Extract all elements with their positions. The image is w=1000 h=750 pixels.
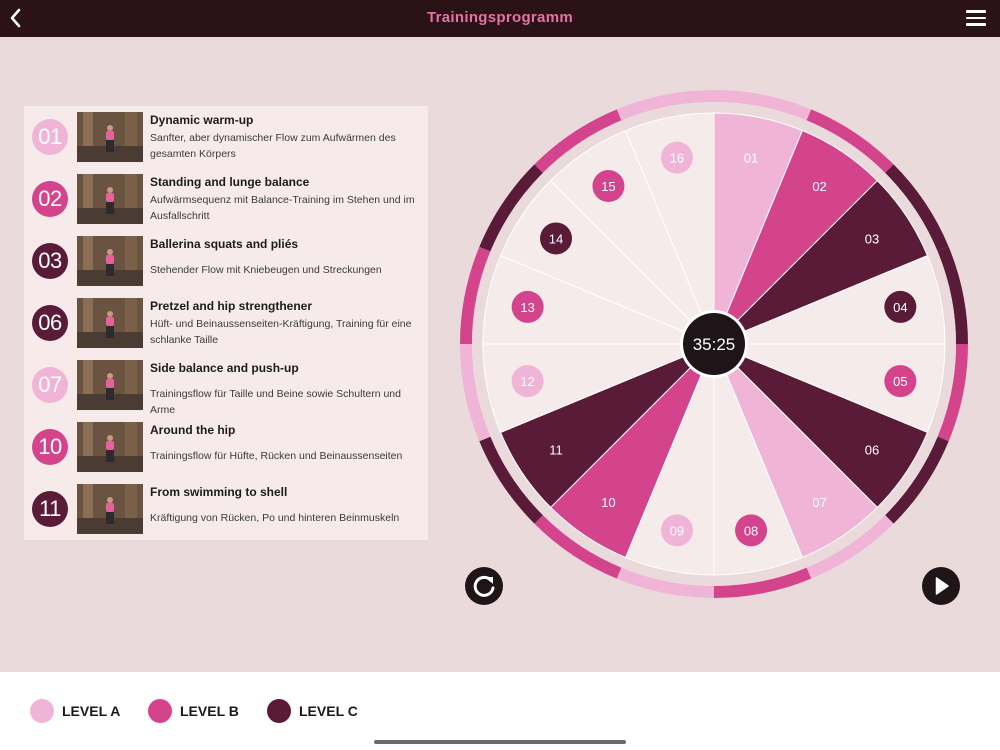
legend-label: LEVEL A — [62, 703, 121, 719]
program-wheel: 01 02 03 04 05 06 07 08 09 10 11 12 13 14 15 16 35:25 — [460, 90, 968, 598]
level-b-swatch — [148, 699, 172, 723]
wheel-number-label: 08 — [744, 523, 758, 538]
exercise-title: From swimming to shell — [150, 485, 288, 499]
list-item[interactable]: 06 Pretzel and hip strengthener Hüft- un… — [24, 292, 428, 354]
exercise-description: Kräftigung von Rücken, Po und hinteren B… — [150, 512, 400, 524]
page-title: Trainingsprogramm — [427, 9, 573, 26]
exercise-description: Hüft- und Beinaussenseiten-Kräftigung, T… — [150, 318, 412, 346]
exercise-number-badge: 07 — [32, 367, 68, 403]
play-button[interactable] — [922, 567, 960, 605]
legend-label: LEVEL B — [180, 703, 239, 719]
home-indicator — [374, 740, 626, 744]
hamburger-menu-icon-bar — [966, 23, 986, 26]
exercise-thumbnail — [77, 484, 143, 534]
wheel-number-label: 05 — [893, 374, 907, 389]
exercise-number-badge: 10 — [32, 429, 68, 465]
wheel-number-label: 02 — [812, 179, 826, 194]
legend-label: LEVEL C — [299, 703, 358, 719]
exercise-thumbnail — [77, 174, 143, 224]
wheel-number-label: 09 — [670, 523, 684, 538]
wheel-number-label: 16 — [670, 151, 684, 166]
wheel-number-label: 10 — [601, 495, 615, 510]
exercise-thumbnail — [77, 298, 143, 348]
wheel-number-label: 13 — [520, 300, 534, 315]
exercise-title: Around the hip — [150, 423, 236, 437]
top-bar: Trainingsprogramm — [0, 0, 1000, 37]
wheel-number-label: 06 — [865, 443, 879, 458]
exercise-title: Ballerina squats and pliés — [150, 237, 299, 251]
exercise-description: Aufwärmsequenz mit Balance-Training im S… — [150, 194, 415, 222]
hamburger-menu-icon-bar — [966, 16, 986, 20]
exercise-number-badge: 02 — [32, 181, 68, 217]
hamburger-menu-icon — [966, 10, 986, 13]
wheel-number-label: 11 — [549, 443, 563, 458]
level-a-swatch — [30, 699, 54, 723]
exercise-description: Stehender Flow mit Kniebeugen und Streck… — [150, 264, 382, 276]
wheel-number-label: 03 — [865, 231, 879, 246]
reset-button[interactable] — [465, 567, 503, 605]
list-item[interactable]: 10 Around the hip Trainingsflow für Hüft… — [24, 416, 428, 478]
wheel-number-label: 14 — [549, 231, 563, 246]
level-c-swatch — [267, 699, 291, 723]
exercise-description: Sanfter, aber dynamischer Flow zum Aufwä… — [150, 132, 396, 160]
exercise-title: Standing and lunge balance — [150, 175, 310, 189]
list-item[interactable]: 03 Ballerina squats and pliés Stehender … — [24, 230, 428, 292]
refresh-icon — [473, 575, 495, 597]
exercise-title: Side balance and push-up — [150, 361, 299, 375]
exercise-description: Trainingsflow für Taille und Beine sowie… — [150, 388, 401, 416]
exercise-thumbnail — [77, 360, 143, 410]
wheel-number-label: 01 — [744, 151, 758, 166]
exercise-number-badge: 11 — [32, 491, 68, 527]
wheel-number-label: 04 — [893, 300, 907, 315]
list-item[interactable]: 02 Standing and lunge balance Aufwärmseq… — [24, 168, 428, 230]
exercise-number-badge: 03 — [32, 243, 68, 279]
play-icon — [935, 577, 949, 595]
list-item[interactable]: 07 Side balance and push-up Trainingsflo… — [24, 354, 428, 416]
exercise-number-badge: 01 — [32, 119, 68, 155]
exercise-thumbnail — [77, 236, 143, 286]
wheel-number-label: 07 — [812, 495, 826, 510]
exercise-number-badge: 06 — [32, 305, 68, 341]
exercise-thumbnail — [77, 112, 143, 162]
list-item[interactable]: 11 From swimming to shell Kräftigung von… — [24, 478, 428, 540]
exercise-description: Trainingsflow für Hüfte, Rücken und Bein… — [150, 450, 403, 462]
list-item[interactable]: 01 Dynamic warm-up Sanfter, aber dynamis… — [24, 106, 428, 168]
wheel-number-label: 12 — [520, 374, 534, 389]
timer-label: 35:25 — [693, 335, 736, 354]
exercise-title: Dynamic warm-up — [150, 113, 254, 127]
exercise-thumbnail — [77, 422, 143, 472]
wheel-number-label: 15 — [601, 179, 615, 194]
menu-button[interactable] — [966, 10, 986, 27]
exercise-title: Pretzel and hip strengthener — [150, 299, 313, 313]
